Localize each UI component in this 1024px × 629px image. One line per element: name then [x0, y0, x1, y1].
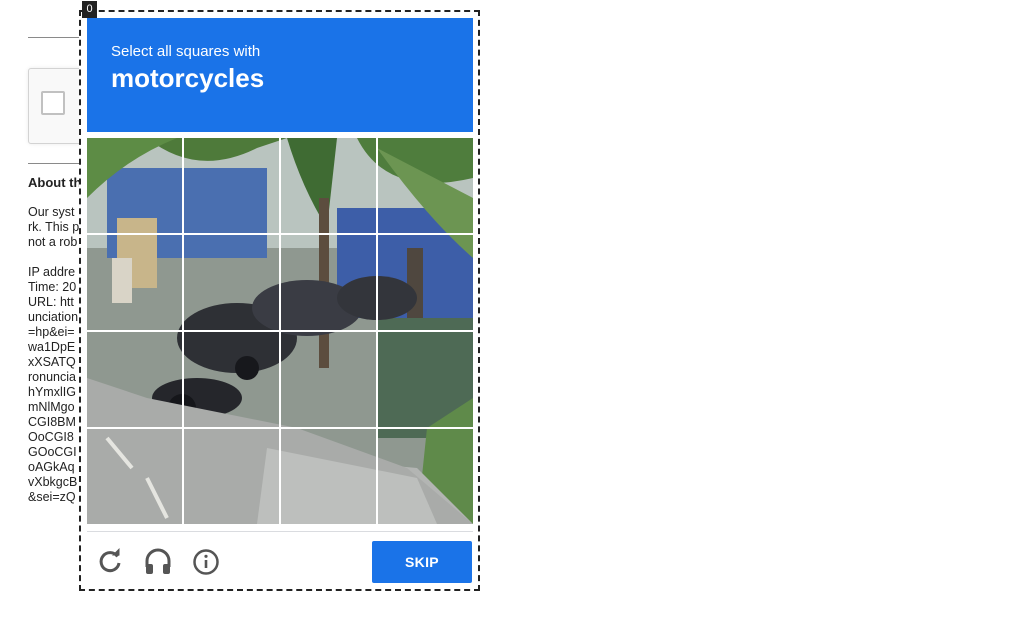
about-text-line: hYmxlIG [28, 385, 76, 399]
grid-tile[interactable] [378, 235, 473, 330]
audio-challenge-button[interactable] [141, 545, 175, 579]
info-icon [193, 549, 219, 575]
grid-tile[interactable] [184, 332, 279, 427]
image-grid [87, 138, 473, 524]
about-text-line: =hp&ei= [28, 325, 75, 339]
grid-tile[interactable] [378, 429, 473, 524]
about-text-line: oAGkAq [28, 460, 75, 474]
about-text-line: &sei=zQ [28, 490, 76, 504]
about-text-line: mNlMgo [28, 400, 75, 414]
about-text-line: unciation [28, 310, 79, 324]
corner-badge: 0 [82, 1, 97, 18]
grid-tile[interactable] [281, 332, 376, 427]
grid-tile[interactable] [87, 138, 182, 233]
about-text-line: CGI8BM [28, 415, 76, 429]
grid-tile[interactable] [184, 429, 279, 524]
about-text-line: vXbkgcB [28, 475, 78, 489]
about-heading: About th [28, 175, 82, 190]
grid-tile[interactable] [378, 332, 473, 427]
grid-separator [87, 330, 473, 332]
challenge-instruction: Select all squares with [111, 43, 261, 60]
about-text-line: OoCGI8 [28, 430, 74, 444]
about-text-line: Time: 20 [28, 280, 77, 294]
reload-icon [99, 548, 121, 573]
about-text-line: not a rob [28, 235, 78, 249]
grid-separator [87, 233, 473, 235]
grid-tile[interactable] [281, 235, 376, 330]
about-text-line: ronuncia [28, 370, 76, 384]
grid-separator [87, 427, 473, 429]
about-text-line: xXSATQ [28, 355, 76, 369]
challenge-header: Select all squares with motorcycles [87, 18, 473, 132]
about-text-line: IP addre [28, 265, 76, 279]
footer-divider [87, 531, 473, 532]
grid-tile[interactable] [378, 138, 473, 233]
reload-button[interactable] [93, 545, 127, 579]
about-body-text: Our syst rk. This p not a rob IP addre Time:… [28, 205, 79, 505]
about-text-line: rk. This p [28, 220, 80, 234]
grid-tile[interactable] [281, 138, 376, 233]
grid-tile[interactable] [87, 235, 182, 330]
about-text-line: Our syst [28, 205, 75, 219]
about-text-line [28, 250, 79, 265]
grid-tile[interactable] [184, 138, 279, 233]
info-button[interactable] [189, 545, 223, 579]
skip-button[interactable]: SKIP [372, 541, 472, 583]
not-robot-checkbox[interactable] [41, 91, 65, 115]
headphones-icon [145, 548, 171, 574]
grid-tile[interactable] [184, 235, 279, 330]
grid-tile[interactable] [87, 429, 182, 524]
grid-tile[interactable] [281, 429, 376, 524]
about-text-line: wa1DpE [28, 340, 76, 354]
grid-tile[interactable] [87, 332, 182, 427]
challenge-keyword: motorcycles [111, 63, 265, 93]
about-text-line: GOoCGI [28, 445, 77, 459]
about-text-line: URL: htt [28, 295, 74, 309]
